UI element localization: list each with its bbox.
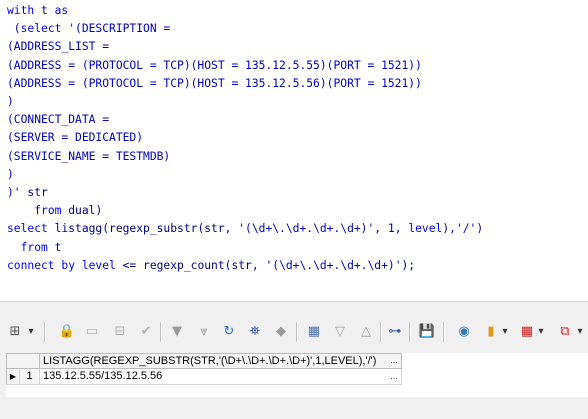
sql-string: ) — [7, 95, 14, 109]
toolbar-separator — [44, 322, 46, 342]
sql-token: dual) — [61, 204, 103, 218]
sql-string: '(DESCRIPTION = — [61, 22, 171, 36]
sql-string: (ADDRESS_LIST = — [7, 40, 110, 54]
sql-token: <= regexp_count(str, — [115, 258, 266, 272]
grid-menu-icon[interactable]: ⊞ — [7, 322, 23, 342]
filter-all-icon[interactable]: ⩔ — [195, 322, 213, 342]
sql-token: ); — [401, 258, 416, 272]
sql-keyword: select — [7, 222, 48, 236]
prior-record-icon[interactable]: ▽ — [331, 322, 349, 342]
code-line[interactable]: ) — [7, 168, 14, 181]
sql-string: (SERVICE_NAME = TESTMDB) — [7, 149, 171, 163]
toolbar-separator — [296, 322, 298, 342]
sql-code[interactable]: with t as (select '(DESCRIPTION = (ADDRE… — [7, 2, 483, 275]
sql-keyword: level — [408, 222, 443, 236]
sql-string: (ADDRESS = (PROTOCOL = TCP)(HOST = 135.1… — [7, 58, 422, 72]
sql-string: )' — [7, 186, 21, 200]
row-number[interactable]: 1 — [20, 369, 40, 385]
next-record-icon[interactable]: △ — [357, 322, 375, 342]
post-changes-icon[interactable]: ✔ — [137, 322, 155, 342]
sql-number: 1 — [387, 222, 395, 236]
sql-keyword: select — [20, 22, 62, 36]
cell-edit-button[interactable]: ... — [386, 369, 402, 385]
code-line[interactable]: (select '(DESCRIPTION = — [7, 22, 170, 35]
sql-keyword: as — [54, 4, 69, 17]
sql-string: ) — [7, 167, 14, 181]
code-line[interactable]: with t as — [7, 4, 68, 17]
lock-icon[interactable]: 🔒 — [58, 322, 76, 342]
sql-string: '(\d+\.\d+.\d+.\d+)' — [265, 258, 402, 272]
results-panel: ⊞ ▾ 🔒 ▭ ⊟ ✔ ▼ ⩔ ↻ ⛯ ◆ ▦ ▽ △ ⊶ 💾 ◉ ▮ ▾ ▦ … — [0, 307, 588, 419]
query-icon[interactable]: ◉ — [455, 322, 473, 342]
grid-corner[interactable] — [6, 353, 40, 369]
code-line[interactable]: ) — [7, 95, 14, 108]
code-line[interactable]: from t — [7, 240, 62, 254]
result-cell[interactable]: 135.12.5.55/135.12.5.56 — [40, 369, 402, 385]
sql-keyword: with — [7, 4, 35, 17]
sql-string: (SERVER = DEDICATED) — [7, 131, 144, 145]
find-icon[interactable]: ⛯ — [246, 322, 264, 342]
code-line[interactable]: (SERVICE_NAME = TESTMDB) — [7, 150, 170, 163]
toolbar-separator — [409, 322, 411, 342]
toolbar-separator — [380, 322, 382, 342]
row-indicator[interactable]: ▶ — [6, 369, 20, 385]
sql-token: listagg(regexp_substr(str, — [47, 222, 239, 236]
column-header-button[interactable]: ... — [386, 353, 402, 369]
sql-string: '(\d+\.\d+.\d+.\d+)' — [238, 222, 375, 236]
code-line[interactable]: (CONNECT_DATA = — [7, 113, 109, 126]
sql-string: (CONNECT_DATA = — [7, 113, 110, 127]
column-header-label: LISTAGG(REGEXP_SUBSTR(STR,'(\D+\.\D+.\D+… — [43, 355, 377, 367]
sql-token: t — [34, 4, 55, 17]
single-record-view-icon[interactable]: ▦ — [305, 322, 323, 342]
results-grid[interactable]: LISTAGG(REGEXP_SUBSTR(STR,'(\D+\.\D+.\D+… — [6, 353, 588, 397]
export-dropdown-icon[interactable]: ▾ — [575, 322, 585, 342]
filter-icon[interactable]: ▼ — [168, 322, 186, 342]
toolbar-separator — [443, 322, 445, 342]
code-line[interactable]: (SERVER = DEDICATED) — [7, 131, 143, 144]
sql-string: (ADDRESS = (PROTOCOL = TCP)(HOST = 135.1… — [7, 76, 422, 90]
code-line[interactable]: (ADDRESS = (PROTOCOL = TCP)(HOST = 135.1… — [7, 59, 422, 72]
save-icon[interactable]: 💾 — [418, 322, 436, 342]
sql-token: , — [374, 222, 388, 236]
table-icon[interactable]: ▦ — [518, 322, 536, 342]
chart-icon[interactable]: ▮ — [482, 322, 500, 342]
toolbar-separator — [160, 322, 162, 342]
code-line[interactable]: )' str — [7, 186, 48, 199]
sql-token: ) — [476, 222, 484, 236]
code-line[interactable]: from dual) — [7, 204, 102, 217]
sql-token: ( — [7, 22, 21, 36]
column-header[interactable]: LISTAGG(REGEXP_SUBSTR(STR,'(\D+\.\D+.\D+… — [40, 353, 402, 369]
sql-token: t — [47, 240, 62, 254]
table-dropdown-icon[interactable]: ▾ — [536, 322, 546, 342]
new-record-icon[interactable]: ▭ — [83, 322, 101, 342]
results-toolbar: ⊞ ▾ 🔒 ▭ ⊟ ✔ ▼ ⩔ ↻ ⛯ ◆ ▦ ▽ △ ⊶ 💾 ◉ ▮ ▾ ▦ … — [0, 319, 588, 345]
export-icon[interactable]: ⧉ — [556, 322, 574, 342]
sql-keyword: from — [20, 240, 48, 254]
sql-keyword: connect by level — [7, 258, 116, 272]
clear-icon[interactable]: ◆ — [272, 322, 290, 342]
code-line[interactable]: (ADDRESS = (PROTOCOL = TCP)(HOST = 135.1… — [7, 77, 422, 90]
sql-token: ), — [442, 222, 456, 236]
tree-view-icon[interactable]: ⊶ — [386, 322, 404, 342]
refresh-icon[interactable]: ↻ — [220, 322, 238, 342]
grid-menu-dropdown-icon[interactable]: ▾ — [26, 322, 36, 342]
sql-editor[interactable]: with t as (select '(DESCRIPTION = (ADDRE… — [0, 0, 588, 300]
delete-record-icon[interactable]: ⊟ — [111, 322, 129, 342]
code-line[interactable]: connect by level <= regexp_count(str, '(… — [7, 259, 415, 272]
sql-string: '/' — [455, 222, 477, 236]
sql-token: str — [20, 186, 48, 200]
sql-keyword: from — [34, 204, 62, 218]
code-line[interactable]: select listagg(regexp_substr(str, '(\d+\… — [7, 222, 483, 235]
sql-token: , — [394, 222, 409, 236]
result-cell-value: 135.12.5.55/135.12.5.56 — [43, 370, 163, 382]
chart-dropdown-icon[interactable]: ▾ — [500, 322, 510, 342]
code-line[interactable]: (ADDRESS_LIST = — [7, 40, 109, 53]
